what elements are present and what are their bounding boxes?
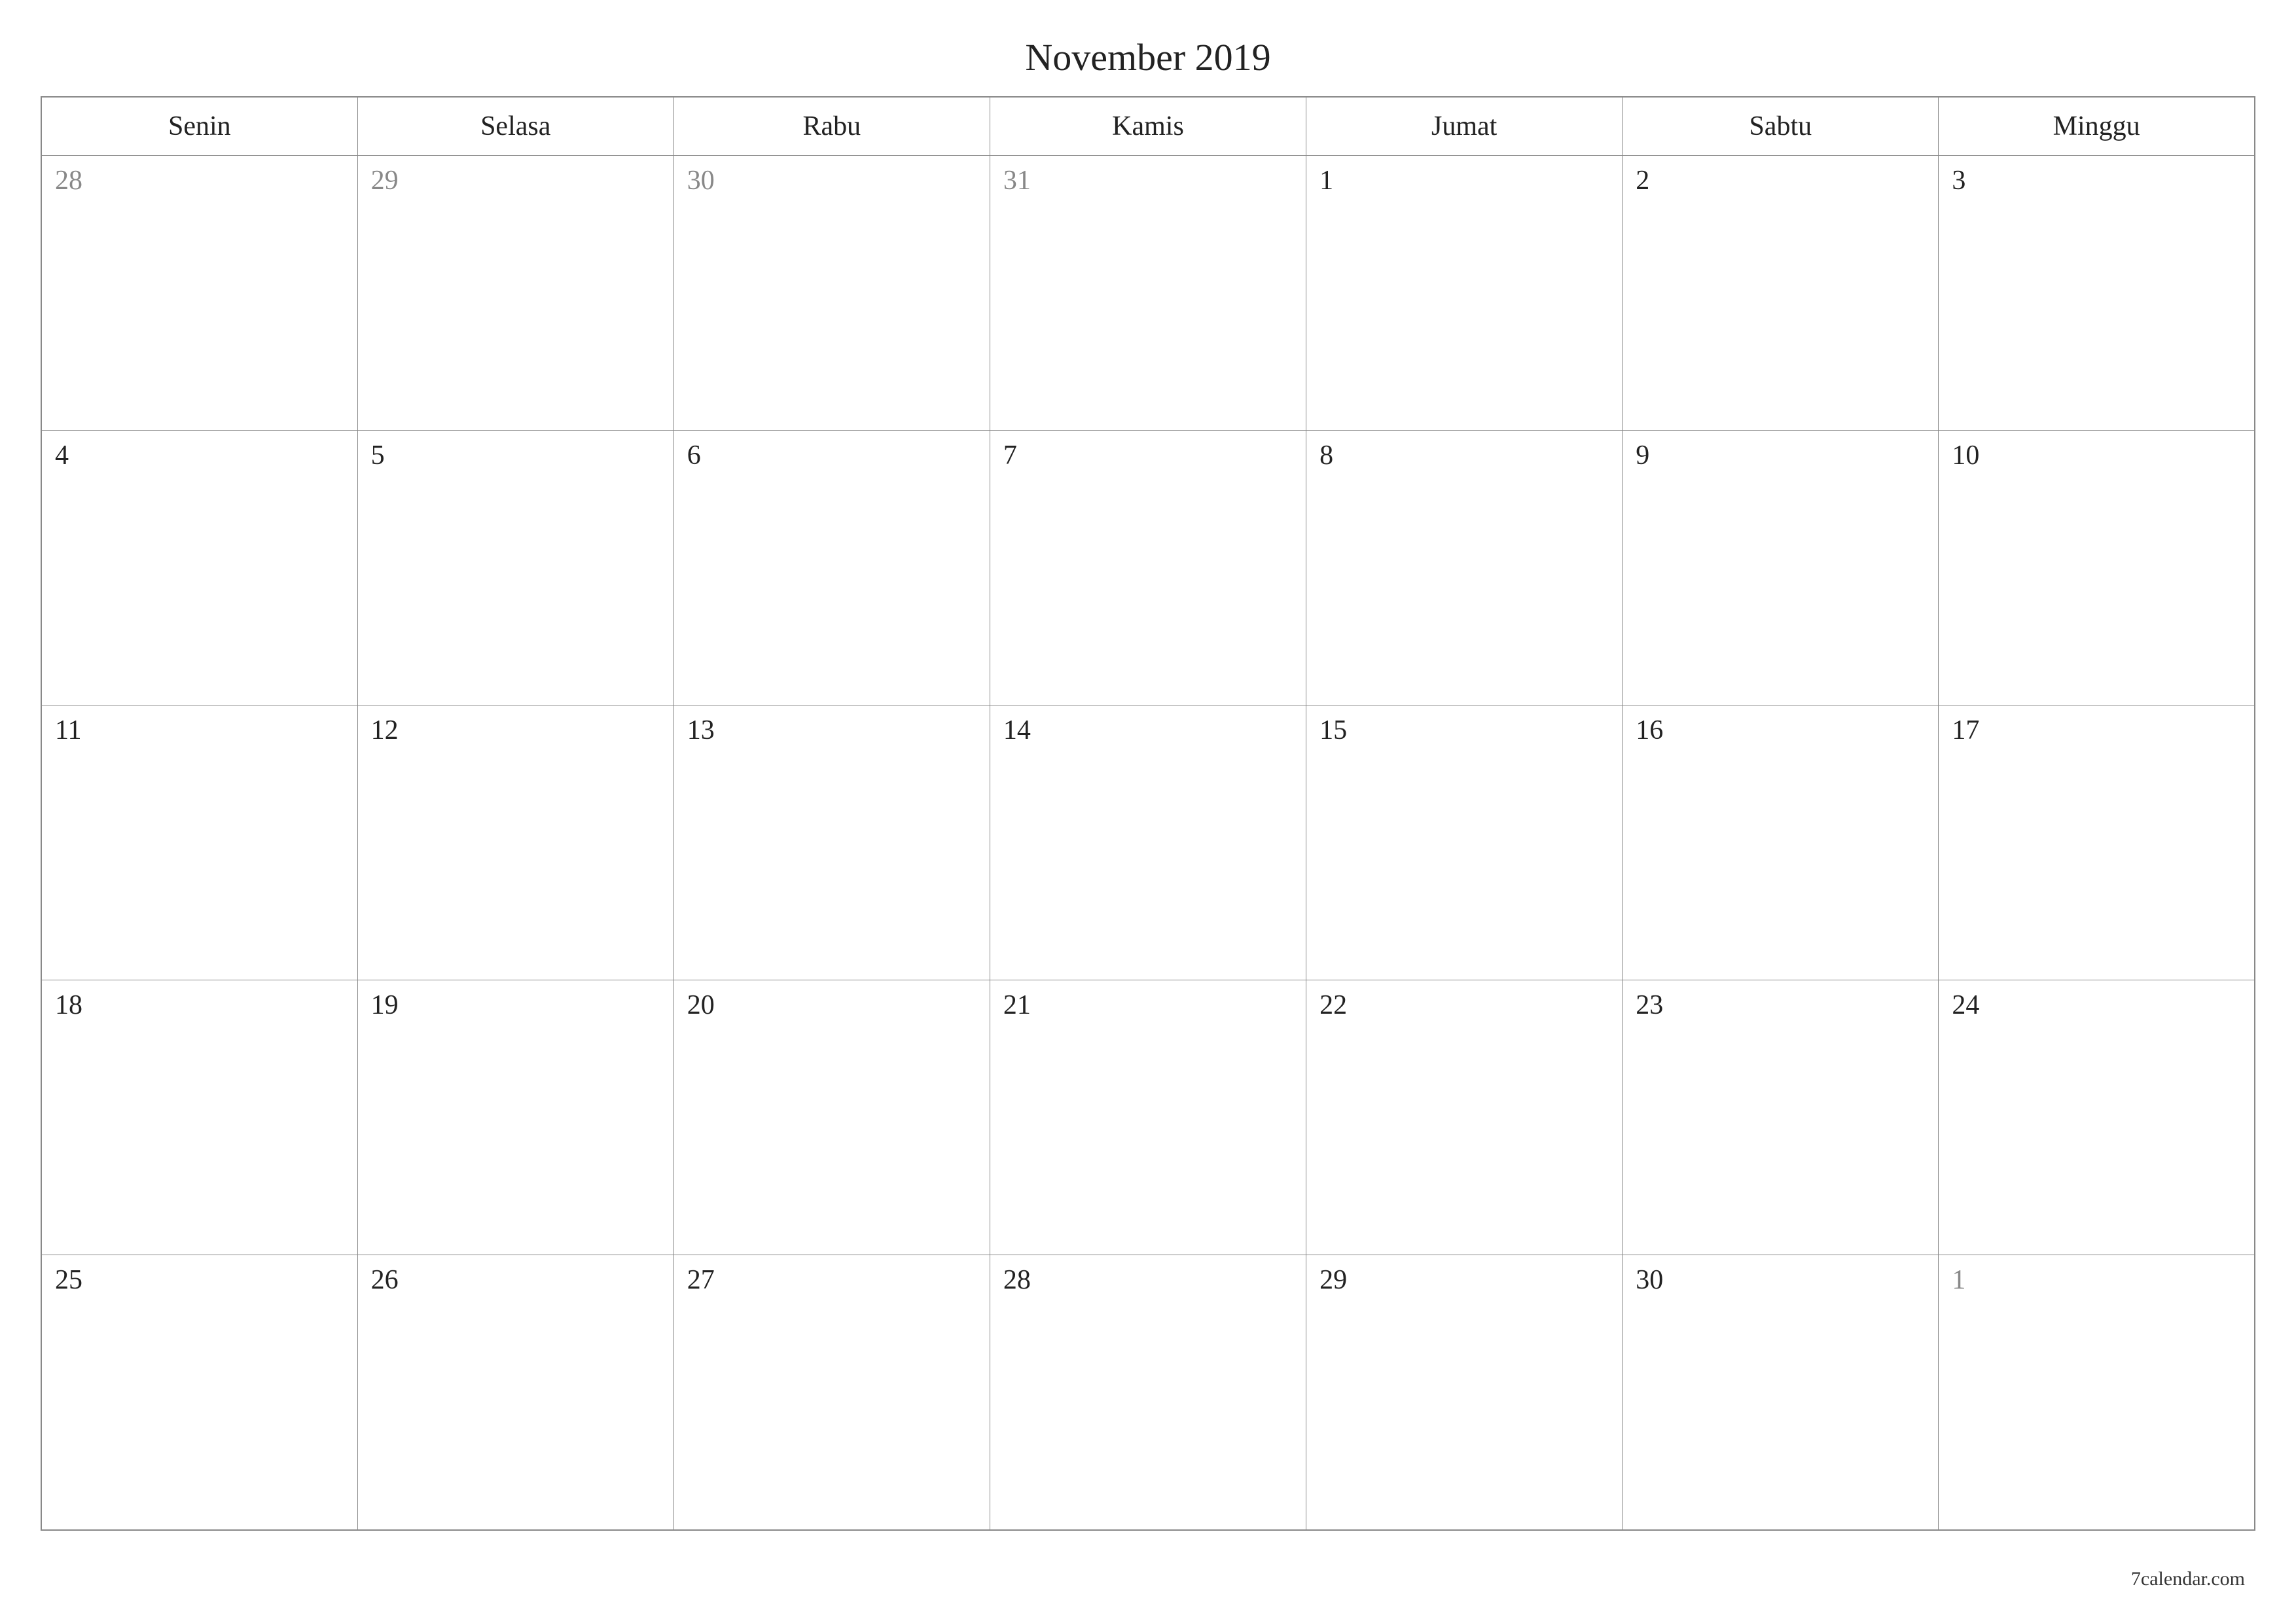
- weekday-header: Rabu: [673, 97, 990, 156]
- calendar-week-row: 11 12 13 14 15 16 17: [41, 705, 2255, 980]
- day-number: 31: [1003, 166, 1031, 196]
- calendar-day-cell: 18: [41, 980, 357, 1255]
- day-number: 4: [55, 440, 69, 471]
- day-number: 10: [1952, 440, 1979, 471]
- calendar-day-cell: 17: [1939, 705, 2255, 980]
- weekday-header: Sabtu: [1623, 97, 1939, 156]
- weekday-header: Jumat: [1306, 97, 1623, 156]
- calendar-day-cell: 11: [41, 705, 357, 980]
- day-number: 6: [687, 440, 701, 471]
- weekday-header: Selasa: [357, 97, 673, 156]
- day-number: 29: [1319, 1265, 1347, 1295]
- calendar-day-cell: 22: [1306, 980, 1623, 1255]
- weekday-header: Minggu: [1939, 97, 2255, 156]
- calendar-day-cell: 15: [1306, 705, 1623, 980]
- calendar-day-cell: 23: [1623, 980, 1939, 1255]
- day-number: 17: [1952, 715, 1979, 745]
- calendar-day-cell: 29: [1306, 1255, 1623, 1530]
- day-number: 1: [1319, 166, 1333, 196]
- footer-credit: 7calendar.com: [2131, 1568, 2245, 1590]
- calendar-day-cell: 5: [357, 431, 673, 705]
- day-number: 16: [1636, 715, 1663, 745]
- calendar-day-cell: 14: [990, 705, 1306, 980]
- calendar-day-cell: 2: [1623, 156, 1939, 431]
- weekday-header: Senin: [41, 97, 357, 156]
- day-number: 21: [1003, 990, 1031, 1020]
- day-number: 30: [687, 166, 715, 196]
- day-number: 9: [1636, 440, 1649, 471]
- day-number: 18: [55, 990, 82, 1020]
- calendar-day-cell: 21: [990, 980, 1306, 1255]
- calendar-week-row: 18 19 20 21 22 23 24: [41, 980, 2255, 1255]
- day-number: 27: [687, 1265, 715, 1295]
- day-number: 12: [371, 715, 399, 745]
- calendar-week-row: 25 26 27 28 29 30 1: [41, 1255, 2255, 1530]
- calendar-day-cell: 1: [1939, 1255, 2255, 1530]
- calendar-day-cell: 24: [1939, 980, 2255, 1255]
- day-number: 20: [687, 990, 715, 1020]
- day-number: 28: [1003, 1265, 1031, 1295]
- day-number: 29: [371, 166, 399, 196]
- day-number: 7: [1003, 440, 1017, 471]
- weekday-header: Kamis: [990, 97, 1306, 156]
- day-number: 5: [371, 440, 385, 471]
- day-number: 14: [1003, 715, 1031, 745]
- calendar-day-cell: 28: [990, 1255, 1306, 1530]
- calendar-grid: Senin Selasa Rabu Kamis Jumat Sabtu Ming…: [41, 96, 2255, 1531]
- calendar-day-cell: 30: [673, 156, 990, 431]
- calendar-day-cell: 20: [673, 980, 990, 1255]
- calendar-day-cell: 26: [357, 1255, 673, 1530]
- day-number: 24: [1952, 990, 1979, 1020]
- calendar-day-cell: 29: [357, 156, 673, 431]
- calendar-day-cell: 28: [41, 156, 357, 431]
- day-number: 2: [1636, 166, 1649, 196]
- calendar-day-cell: 25: [41, 1255, 357, 1530]
- calendar-day-cell: 10: [1939, 431, 2255, 705]
- day-number: 28: [55, 166, 82, 196]
- day-number: 30: [1636, 1265, 1663, 1295]
- day-number: 19: [371, 990, 399, 1020]
- calendar-day-cell: 13: [673, 705, 990, 980]
- calendar-day-cell: 1: [1306, 156, 1623, 431]
- day-number: 23: [1636, 990, 1663, 1020]
- day-number: 22: [1319, 990, 1347, 1020]
- calendar-day-cell: 31: [990, 156, 1306, 431]
- calendar-day-cell: 3: [1939, 156, 2255, 431]
- calendar-day-cell: 27: [673, 1255, 990, 1530]
- calendar-body: 2829303112345678910111213141516171819202…: [41, 156, 2255, 1530]
- calendar-day-cell: 4: [41, 431, 357, 705]
- calendar-day-cell: 8: [1306, 431, 1623, 705]
- calendar-day-cell: 30: [1623, 1255, 1939, 1530]
- day-number: 13: [687, 715, 715, 745]
- calendar-day-cell: 19: [357, 980, 673, 1255]
- calendar-title: November 2019: [41, 35, 2255, 79]
- calendar-day-cell: 9: [1623, 431, 1939, 705]
- day-number: 1: [1952, 1265, 1965, 1295]
- day-number: 11: [55, 715, 81, 745]
- weekday-header-row: Senin Selasa Rabu Kamis Jumat Sabtu Ming…: [41, 97, 2255, 156]
- calendar-week-row: 28 29 30 31 1 2 3: [41, 156, 2255, 431]
- calendar-week-row: 4 5 6 7 8 9 10: [41, 431, 2255, 705]
- day-number: 8: [1319, 440, 1333, 471]
- calendar-day-cell: 6: [673, 431, 990, 705]
- calendar-day-cell: 7: [990, 431, 1306, 705]
- day-number: 25: [55, 1265, 82, 1295]
- day-number: 3: [1952, 166, 1965, 196]
- day-number: 26: [371, 1265, 399, 1295]
- day-number: 15: [1319, 715, 1347, 745]
- calendar-day-cell: 16: [1623, 705, 1939, 980]
- calendar-day-cell: 12: [357, 705, 673, 980]
